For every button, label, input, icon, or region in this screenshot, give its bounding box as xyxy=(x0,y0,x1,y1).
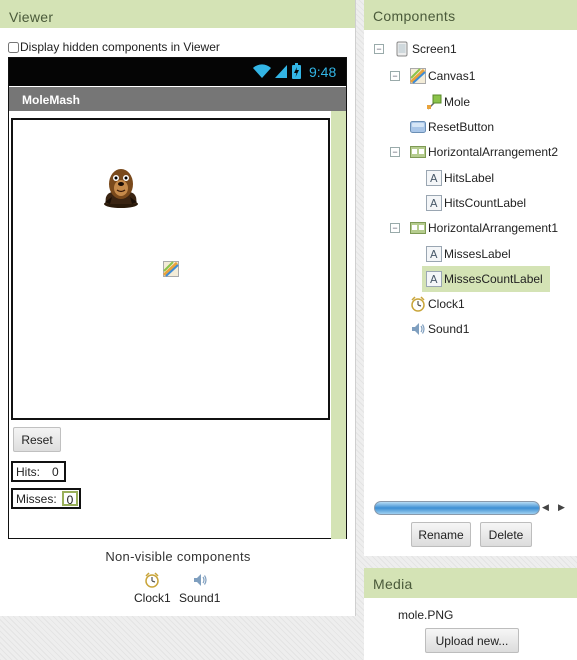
mole-sprite[interactable] xyxy=(102,164,140,208)
reset-button[interactable]: Reset xyxy=(13,427,61,452)
arrangement-icon xyxy=(410,146,426,158)
app-title-bar: MoleMash xyxy=(9,87,346,111)
button-icon xyxy=(410,121,426,133)
scroll-right-arrow-icon[interactable]: ▶ xyxy=(558,502,565,513)
scroll-left-arrow-icon[interactable]: ◀ xyxy=(542,502,549,513)
tree-node-label: Screen1 xyxy=(412,42,457,56)
tree-node-label: Sound1 xyxy=(428,322,470,336)
components-panel: Components − Screen1 − Canvas1 Mole Rese… xyxy=(364,0,577,556)
imagesprite-icon xyxy=(427,94,442,110)
display-hidden-checkbox[interactable] xyxy=(8,41,19,53)
clock-icon xyxy=(145,572,160,588)
label-icon: A xyxy=(426,271,442,287)
signal-icon xyxy=(275,65,287,78)
battery-icon xyxy=(292,63,301,79)
tree-node-missescountlabel[interactable]: A MissesCountLabel xyxy=(422,266,550,292)
scrollbar-thumb[interactable] xyxy=(374,501,540,515)
arrangement-icon xyxy=(410,222,426,234)
svg-text:A: A xyxy=(430,172,438,185)
nonvisible-components-title: Non-visible components xyxy=(105,549,251,564)
collapse-toggle-icon[interactable]: − xyxy=(390,147,400,157)
media-header: Media xyxy=(364,568,577,598)
label-icon: A xyxy=(426,246,442,262)
wifi-icon xyxy=(253,64,271,78)
misses-count-label[interactable]: 0 xyxy=(61,491,79,507)
tree-node-label: HitsCountLabel xyxy=(444,196,527,210)
label-icon: A xyxy=(426,195,442,211)
tree-node-screen1[interactable]: − Screen1 xyxy=(374,38,457,60)
rename-button[interactable]: Rename xyxy=(411,522,471,547)
tree-node-label: ResetButton xyxy=(428,120,495,134)
tree-node-label: Mole xyxy=(444,95,471,109)
tree-node-hitslabel[interactable]: A HitsLabel xyxy=(426,167,494,189)
horizontal-arrangement1-preview: Misses: 0 xyxy=(11,488,82,509)
collapse-toggle-icon[interactable]: − xyxy=(374,44,384,54)
screen-scroll-strip xyxy=(331,111,346,539)
tree-node-clock1[interactable]: Clock1 xyxy=(410,293,465,315)
tree-node-label: Canvas1 xyxy=(428,69,476,83)
status-time: 9:48 xyxy=(309,64,337,80)
tree-node-mole[interactable]: Mole xyxy=(426,91,470,113)
tree-node-hitscountlabel[interactable]: A HitsCountLabel xyxy=(426,192,526,214)
tree-node-horizontalarrangement1[interactable]: − HorizontalArrangement1 xyxy=(390,217,559,239)
display-hidden-components-toggle[interactable]: Display hidden components in Viewer xyxy=(8,40,220,54)
svg-text:A: A xyxy=(430,197,438,210)
viewer-header: Viewer xyxy=(0,0,355,28)
screen-icon xyxy=(396,41,408,57)
svg-text:A: A xyxy=(430,248,438,261)
tree-node-label: HitsLabel xyxy=(444,171,495,185)
tree-node-misseslabel[interactable]: A MissesLabel xyxy=(426,243,511,265)
collapse-toggle-icon[interactable]: − xyxy=(390,71,400,81)
nonvisible-clock1[interactable]: Clock1 xyxy=(134,572,171,605)
hits-label: Hits: xyxy=(16,465,40,479)
upload-new-button[interactable]: Upload new... xyxy=(425,628,519,653)
label-icon: A xyxy=(426,170,442,186)
display-hidden-label: Display hidden components in Viewer xyxy=(20,40,220,54)
speaker-icon xyxy=(193,574,207,586)
components-header: Components xyxy=(364,0,577,30)
canvas-icon xyxy=(410,68,426,84)
tree-node-label: Clock1 xyxy=(428,297,465,311)
svg-text:A: A xyxy=(430,273,438,286)
speaker-icon xyxy=(412,323,425,335)
delete-button[interactable]: Delete xyxy=(480,522,532,547)
tree-node-label: HorizontalArrangement1 xyxy=(428,221,559,235)
nonvisible-sound1-label: Sound1 xyxy=(179,591,221,605)
phone-status-bar: 9:48 xyxy=(9,58,346,86)
canvas1-preview[interactable] xyxy=(11,118,330,420)
tree-node-label: MissesLabel xyxy=(444,247,511,261)
imagesprite-icon xyxy=(163,261,179,277)
phone-preview: 9:48 MoleMash Reset Hits: 0 Misses: 0 xyxy=(8,57,347,539)
tree-node-label: HorizontalArrangement2 xyxy=(428,145,559,159)
tree-node-canvas1[interactable]: − Canvas1 xyxy=(390,65,476,87)
tree-node-sound1[interactable]: Sound1 xyxy=(410,318,469,340)
clock-icon xyxy=(411,296,425,312)
hits-count-label: 0 xyxy=(52,465,59,479)
tree-node-horizontalarrangement2[interactable]: − HorizontalArrangement2 xyxy=(390,141,559,163)
nonvisible-clock1-label: Clock1 xyxy=(134,591,171,605)
collapse-toggle-icon[interactable]: − xyxy=(390,223,400,233)
components-horizontal-scrollbar[interactable]: ◀ ▶ xyxy=(374,500,570,516)
tree-node-resetbutton[interactable]: ResetButton xyxy=(410,116,494,138)
media-file-item[interactable]: mole.PNG xyxy=(398,608,453,622)
misses-label: Misses: xyxy=(16,492,57,506)
tree-node-label: MissesCountLabel xyxy=(444,272,543,286)
media-panel: Media mole.PNG Upload new... xyxy=(364,568,577,660)
horizontal-arrangement2-preview: Hits: 0 xyxy=(11,461,66,482)
viewer-panel: Viewer Display hidden components in View… xyxy=(0,0,356,616)
nonvisible-sound1[interactable]: Sound1 xyxy=(179,572,220,605)
